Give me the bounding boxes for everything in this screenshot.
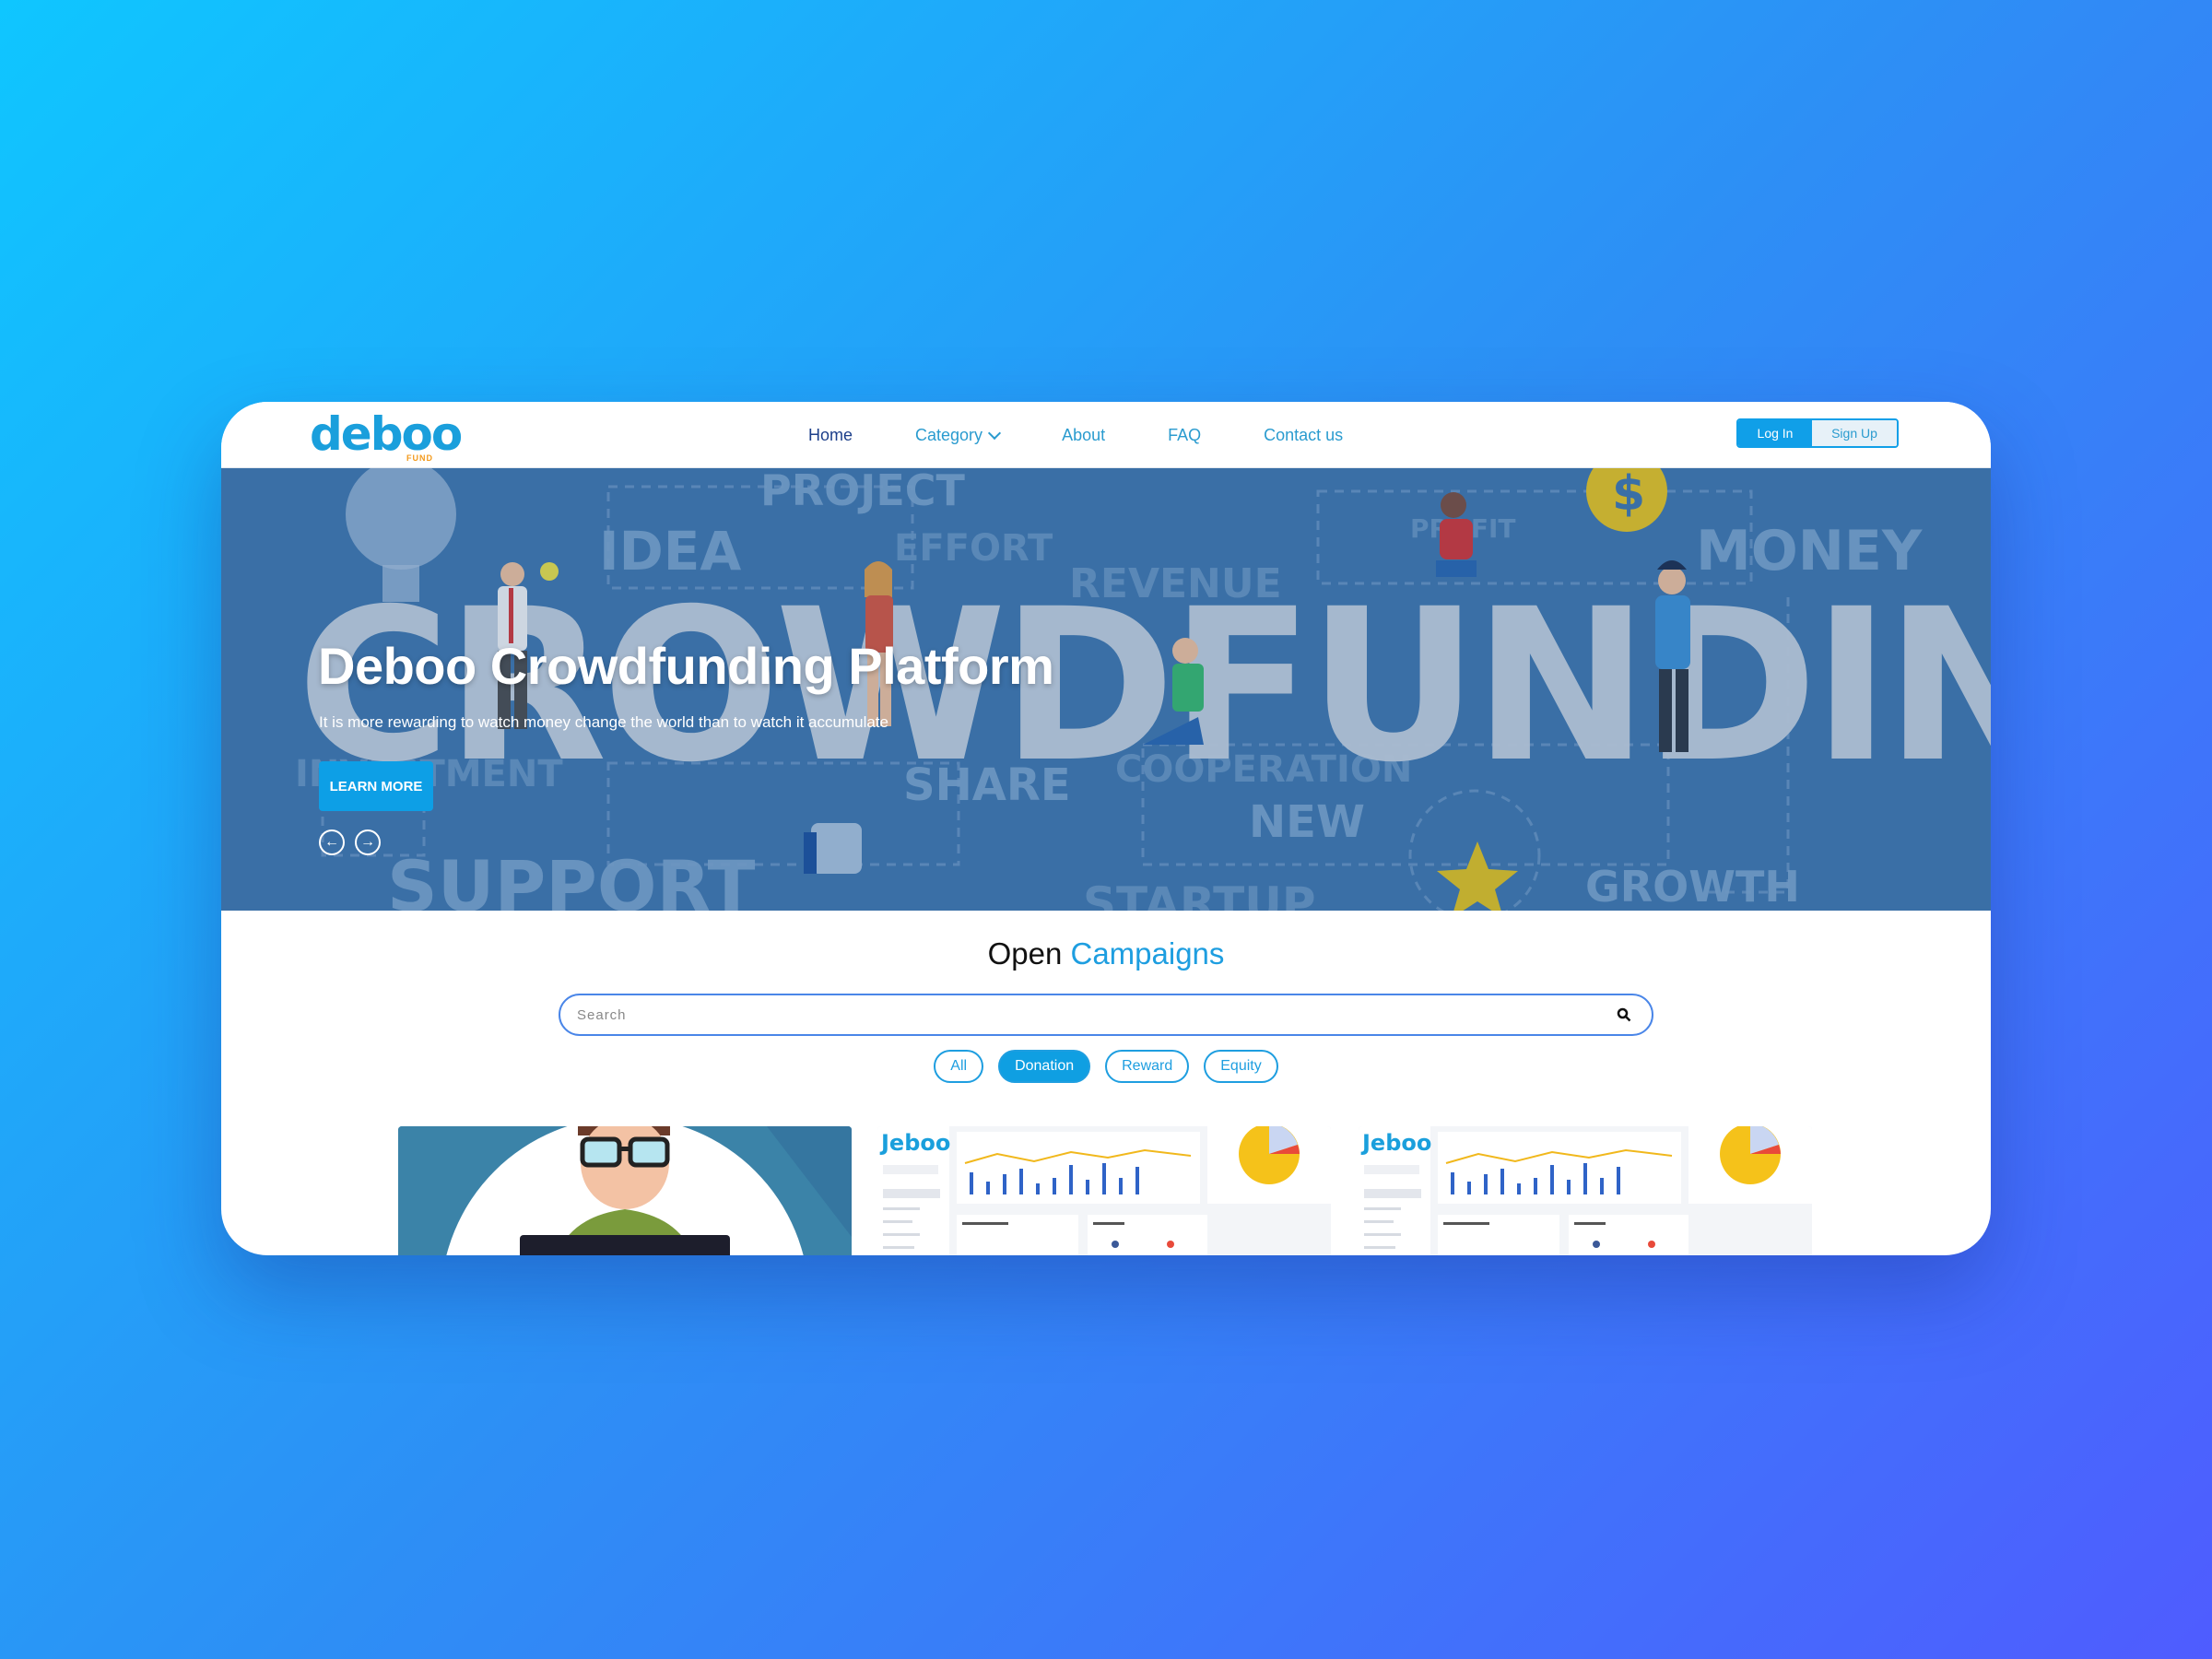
main-menu: Home Category About FAQ Contact us [808,402,1343,468]
nav-about-label: About [1062,425,1106,444]
title-campaigns: Campaigns [1070,936,1225,971]
chevron-down-icon [987,426,1002,440]
browser-window: deboo FUND Home Category About FAQ Conta… [221,402,1991,1255]
nav-faq-label: FAQ [1168,425,1202,444]
title-open: Open [987,936,1063,971]
nav-contact-label: Contact us [1264,425,1344,444]
auth-buttons: Log In Sign Up [1736,418,1899,448]
section-title: Open Campaigns [221,936,1991,971]
filter-reward[interactable]: Reward [1105,1050,1190,1083]
filter-all[interactable]: All [934,1050,984,1083]
campaign-thumbnail-developer [398,1126,852,1255]
hero-banner: PROJECT IDEA EFFORT REVENUE MONEY SHARE … [221,468,1991,911]
hero-subtitle: It is more rewarding to watch money chan… [319,713,888,731]
nav-contact[interactable]: Contact us [1264,426,1343,445]
campaign-filters: All Donation Reward Equity [221,1050,1991,1083]
campaign-thumbnail-dashboard: Jeboo [1359,1126,1812,1255]
nav-home-label: Home [808,425,853,444]
campaign-card[interactable]: Jeboo [1359,1126,1812,1255]
nav-home[interactable]: Home [808,426,853,445]
arrow-right-icon: → [360,834,375,850]
campaign-card[interactable]: Jeboo [877,1126,1331,1255]
nav-category[interactable]: Category [915,425,1002,445]
filter-donation[interactable]: Donation [998,1050,1091,1083]
nav-faq[interactable]: FAQ [1168,426,1201,445]
login-button[interactable]: Log In [1738,420,1812,446]
deboo-logo[interactable]: deboo FUND [310,409,463,463]
search-input[interactable] [577,1006,1617,1023]
search-bar [559,994,1653,1036]
logo-wordmark: deboo [310,407,463,461]
nav-about[interactable]: About [1062,426,1105,445]
hero-title: Deboo Crowdfunding Platform [318,637,1054,695]
learn-more-button[interactable]: LEARN MORE [319,761,433,811]
arrow-left-icon: ← [324,834,339,850]
filter-equity[interactable]: Equity [1204,1050,1278,1083]
prev-slide-button[interactable]: ← [319,830,345,855]
campaign-card[interactable] [398,1126,852,1255]
svg-text:Jeboo: Jeboo [879,1130,950,1156]
signup-button[interactable]: Sign Up [1812,420,1897,446]
search-icon[interactable] [1617,1007,1631,1022]
next-slide-button[interactable]: → [355,830,381,855]
svg-text:Jeboo: Jeboo [1360,1130,1431,1156]
top-navbar: deboo FUND Home Category About FAQ Conta… [221,402,1991,468]
logo-subtitle: FUND [406,453,433,463]
campaign-thumbnail-dashboard: Jeboo [877,1126,1331,1255]
nav-category-label: Category [915,425,983,444]
